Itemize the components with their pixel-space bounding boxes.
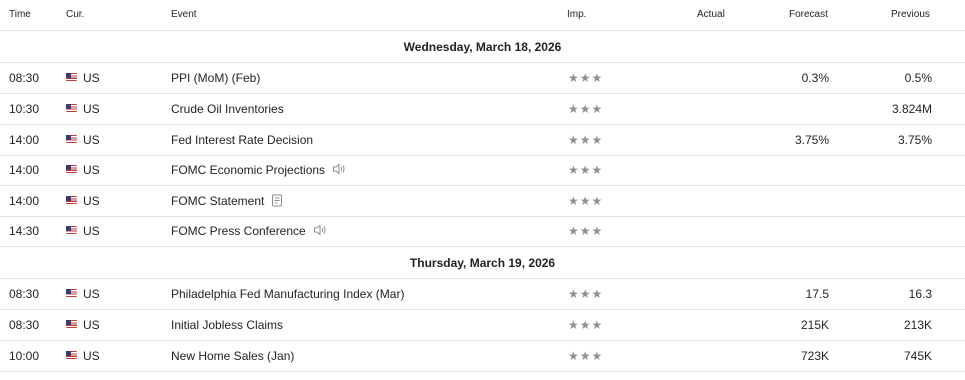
event-name-text[interactable]: PPI (MoM) (Feb) xyxy=(171,71,260,85)
event-previous: 213K xyxy=(903,318,932,332)
event-currency: US xyxy=(83,194,100,208)
event-currency: US xyxy=(83,133,100,147)
event-currency: US xyxy=(83,102,100,116)
us-flag-icon xyxy=(66,104,77,112)
importance-stars: ★★★ xyxy=(568,287,604,301)
importance-stars: ★★★ xyxy=(568,102,604,116)
table-header: Time Cur. Event Imp. Actual Forecast Pre… xyxy=(0,0,965,31)
event-name[interactable]: FOMC Statement xyxy=(171,194,283,210)
event-time: 10:00 xyxy=(9,349,40,363)
event-time: 14:00 xyxy=(9,133,40,147)
us-flag-icon xyxy=(66,351,77,359)
event-name[interactable]: Philadelphia Fed Manufacturing Index (Ma… xyxy=(171,287,404,301)
document-icon[interactable] xyxy=(271,194,283,210)
event-forecast: 215K xyxy=(800,318,829,332)
event-name-text[interactable]: New Home Sales (Jan) xyxy=(171,349,294,363)
event-name[interactable]: Crude Oil Inventories xyxy=(171,102,284,116)
event-name[interactable]: Initial Jobless Claims xyxy=(171,318,283,332)
event-previous: 3.75% xyxy=(897,133,932,147)
event-time: 10:30 xyxy=(9,102,40,116)
importance-stars: ★★★ xyxy=(568,133,604,147)
event-name-text[interactable]: Fed Interest Rate Decision xyxy=(171,133,313,147)
event-previous: 745K xyxy=(903,349,932,363)
event-name[interactable]: FOMC Economic Projections xyxy=(171,163,346,178)
event-currency: US xyxy=(83,71,100,85)
event-time: 08:30 xyxy=(9,318,40,332)
table-row[interactable]: 08:30 US PPI (MoM) (Feb) ★★★ 0.3% 0.5% xyxy=(0,63,965,94)
event-currency: US xyxy=(83,318,100,332)
us-flag-icon xyxy=(66,196,77,204)
us-flag-icon xyxy=(66,226,77,234)
event-name[interactable]: New Home Sales (Jan) xyxy=(171,349,294,363)
event-previous: 0.5% xyxy=(904,71,932,85)
event-name[interactable]: PPI (MoM) (Feb) xyxy=(171,71,260,85)
date-group-header: Wednesday, March 18, 2026 xyxy=(0,32,965,63)
table-row[interactable]: 08:30 US Philadelphia Fed Manufacturing In… xyxy=(0,279,965,310)
event-forecast: 17.5 xyxy=(805,287,829,301)
table-row[interactable]: 08:30 US Initial Jobless Claims ★★★ 215K 213K xyxy=(0,310,965,341)
event-currency: US xyxy=(83,163,100,177)
header-event[interactable]: Event xyxy=(171,9,197,20)
event-name-text[interactable]: Philadelphia Fed Manufacturing Index (Ma… xyxy=(171,287,404,301)
event-name-text[interactable]: Crude Oil Inventories xyxy=(171,102,284,116)
us-flag-icon xyxy=(66,73,77,81)
event-forecast: 723K xyxy=(800,349,829,363)
event-name[interactable]: Fed Interest Rate Decision xyxy=(171,133,313,147)
importance-stars: ★★★ xyxy=(568,163,604,177)
event-currency: US xyxy=(83,349,100,363)
header-currency[interactable]: Cur. xyxy=(66,9,84,20)
speaker-icon[interactable] xyxy=(313,224,327,239)
table-row[interactable]: 14:00 US FOMC Statement ★★★ xyxy=(0,186,965,217)
event-name-text[interactable]: Initial Jobless Claims xyxy=(171,318,283,332)
us-flag-icon xyxy=(66,320,77,328)
economic-calendar: Time Cur. Event Imp. Actual Forecast Pre… xyxy=(0,0,965,380)
event-time: 08:30 xyxy=(9,287,40,301)
table-row[interactable]: 10:30 US Crude Oil Inventories ★★★ 3.824M xyxy=(0,94,965,125)
importance-stars: ★★★ xyxy=(568,224,604,238)
table-row[interactable]: 14:30 US FOMC Press Conference ★★★ xyxy=(0,216,965,247)
header-previous[interactable]: Previous xyxy=(891,9,930,20)
event-name[interactable]: FOMC Press Conference xyxy=(171,224,327,239)
date-group-header: Thursday, March 19, 2026 xyxy=(0,248,965,279)
importance-stars: ★★★ xyxy=(568,71,604,85)
event-time: 08:30 xyxy=(9,71,40,85)
header-importance[interactable]: Imp. xyxy=(567,9,586,20)
us-flag-icon xyxy=(66,165,77,173)
event-name-text[interactable]: FOMC Statement xyxy=(171,194,264,208)
us-flag-icon xyxy=(66,289,77,297)
event-previous: 3.824M xyxy=(891,102,932,116)
header-forecast[interactable]: Forecast xyxy=(789,9,828,20)
event-forecast: 0.3% xyxy=(801,71,829,85)
importance-stars: ★★★ xyxy=(568,318,604,332)
event-forecast: 3.75% xyxy=(794,133,829,147)
speaker-icon[interactable] xyxy=(332,163,346,178)
table-row[interactable]: 14:00 US FOMC Economic Projections ★★★ xyxy=(0,155,965,186)
table-row[interactable]: 14:00 US Fed Interest Rate Decision ★★★ 3.75… xyxy=(0,125,965,156)
event-name-text[interactable]: FOMC Economic Projections xyxy=(171,163,325,177)
event-name-text[interactable]: FOMC Press Conference xyxy=(171,224,306,238)
importance-stars: ★★★ xyxy=(568,194,604,208)
us-flag-icon xyxy=(66,135,77,143)
event-currency: US xyxy=(83,287,100,301)
importance-stars: ★★★ xyxy=(568,349,604,363)
table-row[interactable]: 10:00 US New Home Sales (Jan) ★★★ 723K 745K xyxy=(0,341,965,372)
event-time: 14:00 xyxy=(9,194,40,208)
event-time: 14:30 xyxy=(9,224,40,238)
event-currency: US xyxy=(83,224,100,238)
event-time: 14:00 xyxy=(9,163,40,177)
event-previous: 16.3 xyxy=(908,287,932,301)
header-time[interactable]: Time xyxy=(9,9,31,20)
header-actual[interactable]: Actual xyxy=(697,9,725,20)
